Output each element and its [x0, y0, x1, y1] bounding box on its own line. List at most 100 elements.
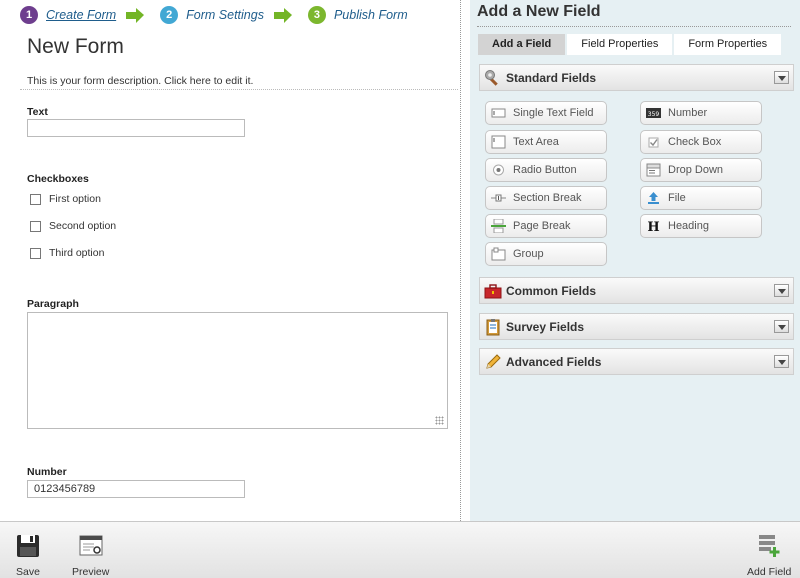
button-label: Drop Down	[668, 164, 724, 176]
checkbox[interactable]	[30, 220, 41, 232]
chevron-down-icon[interactable]	[774, 284, 789, 297]
button-label: Section Break	[513, 192, 582, 204]
button-label: Radio Button	[513, 164, 577, 176]
button-label: Group	[513, 248, 544, 260]
checkboxes-label: Checkboxes	[27, 173, 89, 185]
add-drop-down-button[interactable]: Drop Down	[640, 158, 762, 182]
add-check-box-button[interactable]: Check Box	[640, 130, 762, 154]
add-field-icon	[759, 535, 780, 557]
add-text-area-button[interactable]: Text Area	[485, 130, 607, 154]
checkbox[interactable]	[30, 193, 41, 205]
step-label[interactable]: Publish Form	[334, 8, 408, 22]
file-upload-icon	[648, 192, 659, 204]
paragraph-textarea[interactable]	[27, 312, 448, 429]
add-radio-button-button[interactable]: Radio Button	[485, 158, 607, 182]
preview-label: Preview	[72, 566, 110, 578]
button-label: Single Text Field	[513, 107, 594, 119]
section-label: Standard Fields	[506, 71, 597, 85]
button-label: Heading	[668, 220, 709, 232]
common-fields-header[interactable]: Common Fields	[479, 277, 794, 304]
add-file-button[interactable]: File	[640, 186, 762, 210]
toolbox-icon	[484, 284, 502, 299]
step-form-settings[interactable]: 2 Form Settings	[160, 6, 264, 24]
add-section-break-button[interactable]: Section Break	[485, 186, 607, 210]
form-title[interactable]: New Form	[27, 35, 124, 59]
tab-add-a-field[interactable]: Add a Field	[478, 34, 566, 55]
floppy-disk-icon	[17, 535, 39, 557]
chevron-down-icon[interactable]	[774, 71, 789, 84]
step-number: 1	[20, 6, 38, 24]
number-field-label: Number	[27, 466, 67, 478]
resize-handle-icon[interactable]	[435, 416, 444, 425]
step-create-form[interactable]: 1 Create Form	[20, 6, 116, 24]
paragraph-label: Paragraph	[27, 298, 79, 310]
button-label: Page Break	[513, 220, 571, 232]
save-label: Save	[16, 566, 40, 578]
divider	[477, 26, 791, 27]
panel-tabs: Add a Field Field Properties Form Proper…	[478, 34, 783, 55]
preview-window-icon	[79, 535, 103, 556]
add-single-text-field-button[interactable]: Single Text Field	[485, 101, 607, 125]
advanced-fields-header[interactable]: Advanced Fields	[479, 348, 794, 375]
step-number: 3	[307, 6, 326, 24]
check-box-icon	[648, 137, 659, 148]
text-input[interactable]	[27, 119, 245, 137]
button-label: Check Box	[668, 136, 722, 148]
pencil-icon	[486, 354, 501, 369]
checkbox-label: Second option	[49, 220, 117, 232]
step-number: 2	[160, 6, 179, 24]
number-icon: 359	[646, 108, 661, 118]
standard-fields-header[interactable]: Standard Fields	[479, 64, 794, 91]
button-label: File	[668, 192, 686, 204]
checkbox[interactable]	[30, 247, 41, 259]
single-text-icon	[491, 108, 506, 118]
section-break-icon	[491, 194, 506, 202]
preview-button[interactable]: Preview	[72, 522, 109, 578]
bottom-toolbar: Save Preview Add Field	[0, 521, 800, 578]
checkbox-label: First option	[49, 193, 101, 205]
survey-fields-header[interactable]: Survey Fields	[479, 313, 794, 340]
button-label: Number	[668, 107, 708, 119]
number-icon-text: 359	[648, 111, 660, 118]
add-number-button[interactable]: 359 Number	[640, 101, 762, 125]
wrench-icon	[485, 70, 498, 86]
checkbox-option[interactable]: Second option	[30, 220, 116, 232]
step-label[interactable]: Form Settings	[186, 8, 264, 22]
step-publish-form[interactable]: 3 Publish Form	[307, 6, 408, 24]
section-label: Advanced Fields	[506, 355, 602, 369]
section-label: Common Fields	[506, 284, 597, 298]
add-field-label: Add Field	[747, 566, 792, 578]
add-group-button[interactable]: Group	[485, 242, 607, 266]
wizard-steps: 1 Create Form 2 Form Settings 3 Publish …	[20, 5, 408, 25]
chevron-down-icon[interactable]	[774, 320, 789, 333]
form-canvas: 1 Create Form 2 Form Settings 3 Publish …	[0, 0, 460, 521]
arrow-right-icon	[126, 6, 152, 24]
pane-divider	[460, 0, 461, 521]
heading-icon: H	[647, 220, 659, 233]
add-heading-button[interactable]: H Heading	[640, 214, 762, 238]
tab-form-properties[interactable]: Form Properties	[674, 34, 782, 55]
panel-title: Add a New Field	[477, 3, 601, 20]
tab-field-properties[interactable]: Field Properties	[567, 34, 673, 55]
group-icon	[491, 247, 506, 261]
radio-button-icon	[493, 164, 504, 176]
section-label: Survey Fields	[506, 320, 585, 334]
heading-icon-text: H	[647, 220, 659, 233]
button-label: Text Area	[513, 136, 559, 148]
add-page-break-button[interactable]: Page Break	[485, 214, 607, 238]
checkbox-label: Third option	[49, 247, 105, 259]
add-field-button[interactable]: Add Field	[747, 522, 791, 578]
divider	[20, 89, 458, 90]
add-field-panel: Add a New Field Add a Field Field Proper…	[470, 0, 800, 521]
checkbox-option[interactable]: First option	[30, 193, 101, 205]
number-input[interactable]: 0123456789	[27, 480, 245, 498]
chevron-down-icon[interactable]	[774, 355, 789, 368]
save-button[interactable]: Save	[15, 522, 41, 578]
step-label[interactable]: Create Form	[46, 8, 116, 22]
clipboard-icon	[486, 319, 500, 336]
checkbox-option[interactable]: Third option	[30, 247, 104, 259]
form-description[interactable]: This is your form description. Click her…	[27, 75, 253, 87]
text-field-label: Text	[27, 106, 48, 118]
page-break-icon	[491, 219, 506, 233]
arrow-right-icon	[273, 6, 300, 24]
